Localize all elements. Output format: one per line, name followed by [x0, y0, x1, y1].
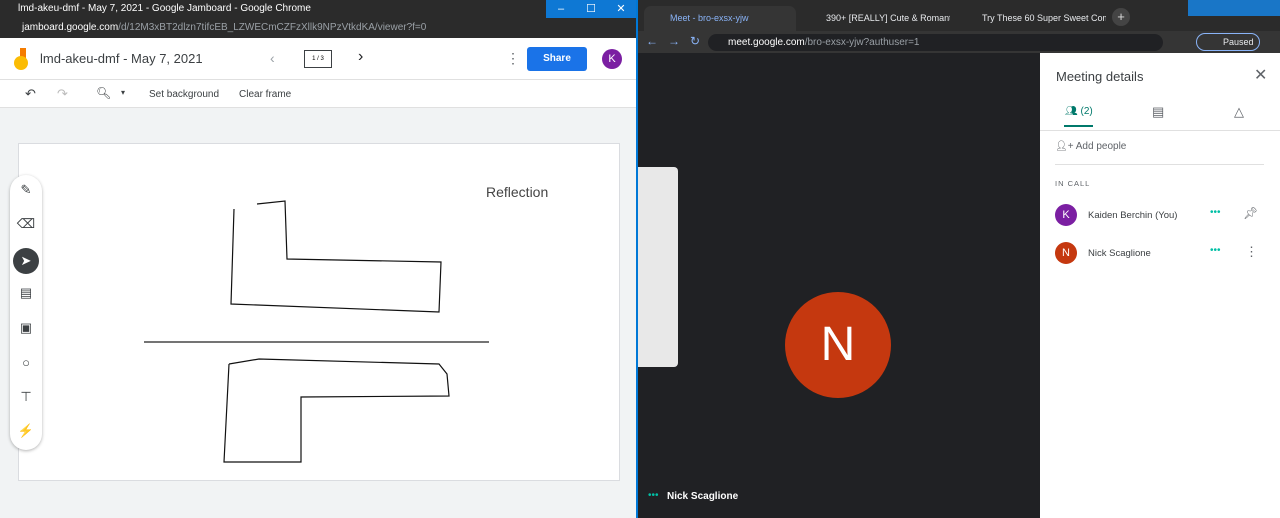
activities-icon[interactable]: △	[1234, 104, 1244, 120]
close-icon[interactable]: ✕	[1254, 65, 1267, 85]
jamboard-logo	[14, 48, 28, 70]
sticky-note-icon[interactable]: ▤	[10, 285, 42, 301]
participant-avatar: N	[1055, 242, 1077, 264]
redo-icon[interactable]: ↷	[57, 86, 68, 102]
participant-row[interactable]: K Kaiden Berchin (You) ••• 📌︎	[1040, 204, 1280, 228]
people-tab[interactable]: 👥︎ (2)	[1065, 106, 1093, 117]
main-avatar: N	[785, 292, 891, 398]
chat-icon[interactable]: ▤	[1152, 104, 1164, 120]
people-icon: 👥︎	[1065, 106, 1081, 117]
audio-indicator-icon: •••	[648, 490, 659, 501]
tab-indicator	[1064, 125, 1093, 127]
undo-icon[interactable]: ↶	[25, 86, 36, 102]
people-count: (2)	[1080, 106, 1093, 117]
profile-button[interactable]: Paused	[1196, 33, 1260, 51]
more-options-icon[interactable]: ⋮	[506, 50, 520, 67]
pen-icon[interactable]: ✎	[10, 182, 42, 198]
jamboard-window: lmd-akeu-dmf - May 7, 2021 - Google Jamb…	[0, 0, 638, 518]
zoom-dropdown-icon[interactable]: ▾	[121, 88, 125, 97]
close-button[interactable]: ✕	[606, 0, 636, 18]
participant-avatar: K	[1055, 204, 1077, 226]
main-participant-name: Nick Scaglione	[667, 491, 739, 502]
add-people-label: Add people	[1075, 141, 1127, 152]
meeting-details-panel: Meeting details ✕ 👥︎ (2) ▤ △ 👤︎+ Add peo…	[1040, 53, 1280, 518]
jamboard-header: lmd-akeu-dmf - May 7, 2021 ‹ 1 / 3 › ⋮ S…	[0, 38, 636, 80]
minimize-button[interactable]: –	[546, 0, 576, 18]
add-people-button[interactable]: 👤︎+ Add people	[1055, 141, 1126, 152]
image-icon[interactable]: ▣	[10, 320, 42, 336]
avatar[interactable]: K	[602, 49, 622, 69]
jamboard-toolbar: ↶ ↷ 🔍︎ ▾ Set background Clear frame	[0, 80, 636, 108]
divider	[1055, 164, 1264, 165]
original-shape	[230, 200, 442, 313]
panel-title: Meeting details	[1056, 69, 1144, 84]
url-host: jamboard.google.com	[22, 22, 119, 33]
url-path: /d/12M3xBT2dlzn7tifcEB_LZWECmCZFzXllk9NP…	[118, 22, 427, 33]
url-path: /bro-exsx-yjw?authuser=1	[804, 37, 920, 48]
toolbar: ← → ↻ meet.google.com/bro-exsx-yjw?authu…	[638, 31, 1280, 53]
address-bar[interactable]: meet.google.com/bro-exsx-yjw?authuser=1	[708, 34, 1163, 51]
doc-title[interactable]: lmd-akeu-dmf - May 7, 2021	[40, 51, 203, 66]
clear-frame-button[interactable]: Clear frame	[239, 89, 291, 100]
tab-meet[interactable]: Meet - bro-exsx-yjw	[644, 6, 796, 31]
forward-icon[interactable]: →	[668, 34, 680, 48]
reflected-shape	[223, 358, 450, 463]
reflection-label: Reflection	[486, 184, 549, 200]
next-frame-button[interactable]: ›	[358, 48, 363, 66]
window-controls[interactable]	[1188, 0, 1280, 16]
whiteboard-canvas[interactable]: Reflection	[18, 143, 620, 481]
participant-name: Kaiden Berchin (You)	[1088, 210, 1178, 221]
meet-window: Meet - bro-exsx-yjw 390+ [REALLY] Cute &…	[638, 0, 1280, 518]
prev-frame-button[interactable]: ‹	[270, 50, 275, 66]
maximize-button[interactable]: ☐	[576, 0, 606, 18]
frame-indicator[interactable]: 1 / 3	[304, 50, 332, 68]
participant-row[interactable]: N Nick Scaglione ••• ⋮	[1040, 242, 1280, 266]
divider	[1040, 130, 1280, 131]
set-background-button[interactable]: Set background	[149, 89, 219, 100]
url-host: meet.google.com	[728, 37, 805, 48]
pin-icon[interactable]: 📌︎	[1243, 206, 1258, 220]
tab-strip: Meet - bro-exsx-yjw 390+ [REALLY] Cute &…	[638, 0, 1280, 31]
reload-icon[interactable]: ↻	[690, 34, 700, 48]
eraser-icon[interactable]: ⌫	[10, 216, 42, 232]
more-options-icon[interactable]: ⋮	[1245, 244, 1258, 260]
laser-icon[interactable]: ⚡	[10, 423, 42, 439]
add-person-icon: 👤︎+	[1055, 141, 1076, 152]
address-bar[interactable]: jamboard.google.com/d/12M3xBT2dlzn7tifcE…	[0, 18, 636, 38]
new-tab-button[interactable]: +	[1112, 8, 1130, 26]
tab-compliments[interactable]: Try These 60 Super Sweet Compliments	[956, 6, 1106, 31]
circle-icon[interactable]: ○	[10, 355, 42, 370]
in-call-heading: IN CALL	[1055, 179, 1091, 188]
tool-palette: ✎ ⌫ ➤ ▤ ▣ ○ ⊤ ⚡	[10, 175, 42, 450]
participant-name: Nick Scaglione	[1088, 248, 1151, 259]
text-box-icon[interactable]: ⊤	[10, 389, 42, 405]
tab-cute[interactable]: 390+ [REALLY] Cute & Romantic	[800, 6, 950, 31]
window-title: lmd-akeu-dmf - May 7, 2021 - Google Jamb…	[0, 0, 636, 18]
audio-indicator-icon: •••	[1210, 207, 1221, 218]
audio-indicator-icon: •••	[1210, 245, 1221, 256]
share-button[interactable]: Share	[527, 47, 587, 71]
back-icon[interactable]: ←	[646, 34, 658, 48]
zoom-icon[interactable]: 🔍︎	[96, 86, 111, 100]
participant-tile-edge	[638, 167, 678, 367]
select-icon[interactable]: ➤	[13, 248, 39, 274]
